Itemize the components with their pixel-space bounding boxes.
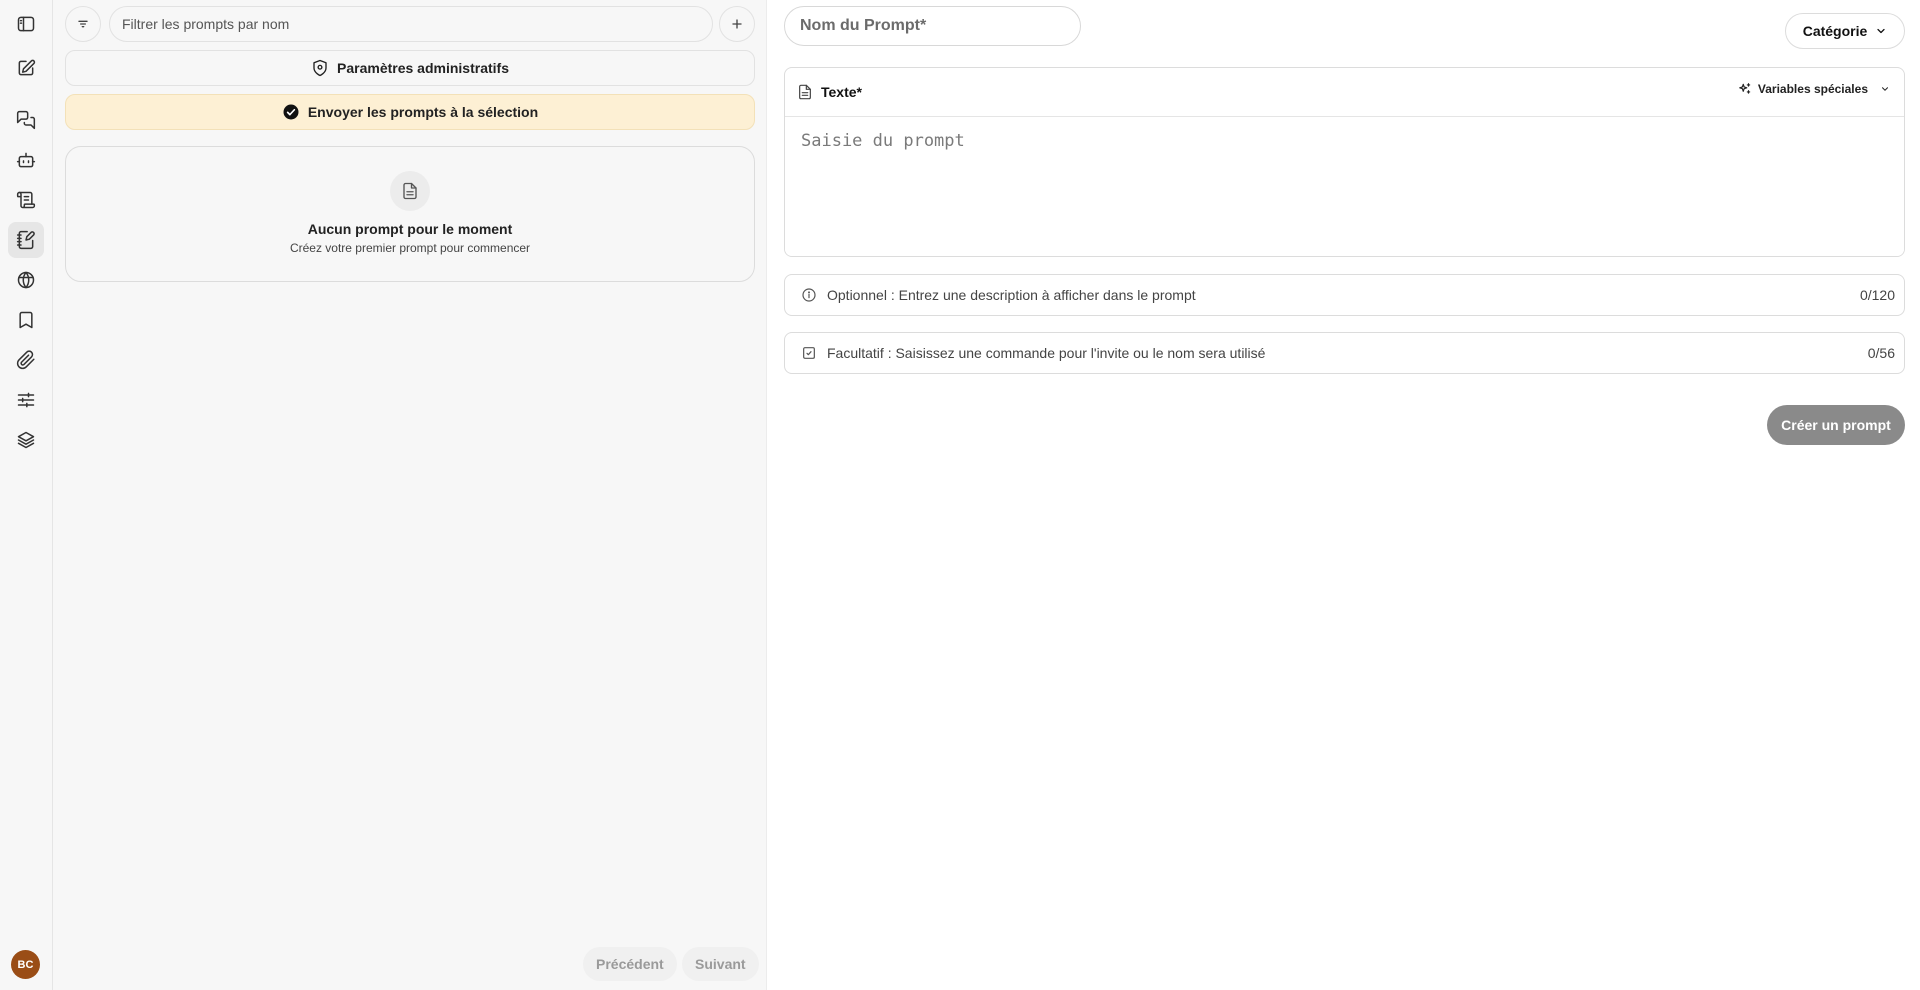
prompt-text-box: Texte* Variables spéciales (784, 67, 1905, 257)
previous-page-button[interactable]: Précédent (583, 947, 677, 981)
filter-button[interactable] (65, 6, 101, 42)
prompts-panel: Paramètres administratifs Envoyer les pr… (53, 0, 767, 990)
attachment-icon (16, 350, 35, 370)
prompts-icon (16, 230, 35, 250)
bookmarks-list-icon (16, 191, 36, 209)
prompt-name-input[interactable] (784, 6, 1081, 46)
command-field: 0/56 (784, 332, 1905, 374)
bookmarks-list-button[interactable] (8, 182, 44, 218)
prompts-button[interactable] (8, 222, 44, 258)
document-icon (799, 84, 811, 100)
description-char-count: 0/120 (1859, 287, 1895, 303)
empty-state-title: Aucun prompt pour le moment (307, 221, 513, 237)
info-icon (802, 288, 816, 302)
check-circle-icon (283, 104, 299, 120)
attachments-button[interactable] (8, 342, 44, 378)
special-variables-label: Variables spéciales (1757, 82, 1868, 96)
command-char-count: 0/56 (1867, 345, 1895, 361)
new-chat-button[interactable] (8, 50, 44, 86)
send-prompts-label: Envoyer les prompts à la sélection (307, 104, 539, 120)
avatar[interactable]: BC (11, 950, 40, 979)
chevron-down-icon (1881, 87, 1889, 91)
chevron-down-icon (1877, 28, 1885, 34)
filter-input[interactable] (109, 6, 713, 42)
chats-icon (16, 110, 36, 130)
category-select[interactable]: Catégorie (1785, 13, 1905, 49)
memory-button[interactable] (8, 422, 44, 458)
bookmark-button[interactable] (8, 302, 44, 338)
description-input[interactable] (827, 287, 1850, 303)
agents-button[interactable] (8, 142, 44, 178)
command-input[interactable] (827, 345, 1858, 361)
web-search-icon (17, 271, 35, 289)
bookmark-icon (19, 311, 33, 329)
plus-icon (732, 19, 742, 29)
new-chat-icon (18, 59, 36, 76)
empty-state-icon-wrap (390, 171, 430, 211)
check-square-icon (803, 347, 815, 359)
admin-settings-label: Paramètres administratifs (337, 60, 509, 76)
icon-rail: BC (0, 0, 53, 990)
next-page-button[interactable]: Suivant (682, 947, 759, 981)
document-icon (403, 182, 417, 200)
category-label: Catégorie (1802, 23, 1868, 39)
chats-button[interactable] (8, 102, 44, 138)
admin-settings-button[interactable]: Paramètres administratifs (65, 50, 755, 86)
settings-sliders-icon (17, 392, 35, 408)
add-prompt-button[interactable] (719, 6, 755, 42)
sidebar-toggle-button[interactable] (8, 6, 44, 42)
sparkles-icon (1739, 83, 1751, 94)
sidebar-toggle-icon (17, 16, 35, 32)
empty-state-subtitle: Créez votre premier prompt pour commence… (289, 241, 531, 255)
shield-icon (313, 59, 327, 77)
settings-button[interactable] (8, 382, 44, 418)
web-search-button[interactable] (8, 262, 44, 298)
agents-icon (16, 152, 36, 168)
prompt-text-label: Texte* (821, 84, 862, 100)
filter-icon (78, 20, 88, 28)
memory-icon (17, 431, 35, 449)
special-variables-dropdown[interactable]: Variables spéciales (1738, 82, 1890, 96)
send-prompts-button[interactable]: Envoyer les prompts à la sélection (65, 94, 755, 130)
description-field: 0/120 (784, 274, 1905, 316)
prompt-text-header: Texte* Variables spéciales (785, 68, 1904, 117)
prompt-text-input[interactable] (785, 117, 1904, 256)
create-prompt-button[interactable]: Créer un prompt (1767, 405, 1905, 445)
empty-state: Aucun prompt pour le moment Créez votre … (65, 146, 755, 282)
